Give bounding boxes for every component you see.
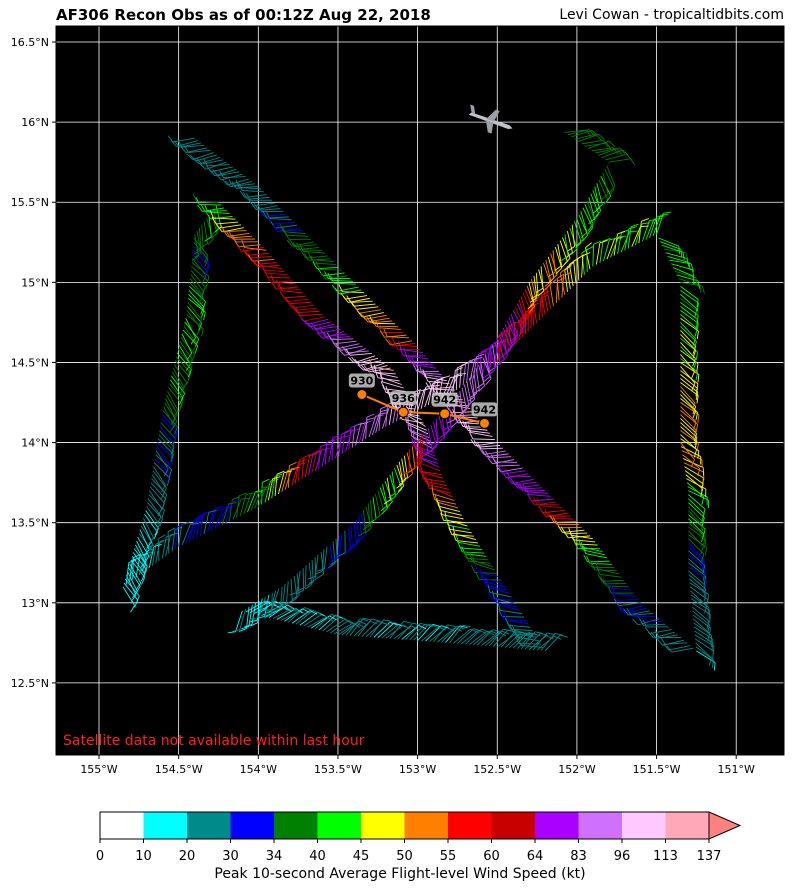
pressure-label: 942: [473, 403, 496, 416]
lon-tick-label: 151.5°W: [633, 763, 681, 776]
colorbar-tick-label: 60: [483, 849, 500, 864]
lon-tick-label: 155°W: [80, 763, 117, 776]
center-fix-marker: [356, 389, 368, 401]
lon-tick-label: 152°W: [558, 763, 595, 776]
colorbar-extend-arrow: [708, 811, 742, 840]
colorbar-tick-label: 55: [440, 849, 457, 864]
lon-tick-label: 151°W: [718, 763, 755, 776]
colorbar-tick-label: 50: [396, 849, 413, 864]
colorbar-bin: [274, 812, 318, 839]
wind-barb-feather: [241, 497, 250, 500]
lon-tick-label: 154.5°W: [155, 763, 203, 776]
colorbar-bin: [404, 812, 449, 839]
wind-barb-feather: [707, 594, 709, 603]
colorbar-bin: [665, 812, 710, 839]
pressure-label: 936: [392, 392, 415, 405]
wind-barb: [261, 482, 263, 505]
recon-map: 930 936 942 942 Satellite data not availabl…: [11, 25, 785, 864]
lon-labels: 155°W 154.5°W 154°W 153.5°W 153°W 152.5°W 152°…: [80, 755, 755, 776]
pressure-label: 930: [350, 375, 373, 388]
colorbar-tick-label: 34: [266, 849, 283, 864]
colorbar-bin: [143, 812, 188, 839]
colorbar-tick-label: 30: [222, 849, 239, 864]
colorbar-tick-label: 64: [527, 849, 544, 864]
wind-barb: [553, 521, 576, 523]
lat-tick-label: 13.5°N: [11, 517, 49, 530]
center-fix-marker: [479, 417, 491, 429]
lat-tick-label: 14.5°N: [11, 356, 49, 369]
colorbar-tick-label: 137: [697, 849, 722, 864]
colorbar-tick-label: 20: [179, 849, 196, 864]
lat-tick-label: 13°N: [21, 597, 49, 610]
lat-tick-label: 14°N: [21, 437, 49, 450]
lat-tick-label: 16°N: [21, 116, 49, 129]
pressure-label: 942: [433, 394, 456, 407]
colorbar-bin: [317, 812, 362, 839]
lon-tick-label: 153.5°W: [314, 763, 362, 776]
colorbar: 0 10 20 30 34 40 45 50 55 60 64 83 96 113 137: [96, 811, 742, 864]
wind-barb-feather: [702, 477, 704, 486]
lon-tick-label: 152.5°W: [473, 763, 521, 776]
map-background: [56, 26, 784, 755]
colorbar-bin: [448, 812, 492, 839]
satellite-notice: Satellite data not available within last…: [63, 733, 365, 749]
colorbar-tick-label: 10: [135, 849, 152, 864]
center-fix-marker: [397, 406, 409, 418]
colorbar-tick-label: 0: [96, 849, 104, 864]
lat-labels: 16.5°N 16°N 15.5°N 15°N 14.5°N 14°N 13.5°N 13°N…: [11, 36, 56, 690]
lon-tick-label: 153°W: [399, 763, 436, 776]
wind-barb: [472, 438, 495, 440]
wind-barb: [586, 249, 588, 272]
colorbar-bin: [535, 812, 579, 839]
colorbar-bin: [622, 812, 666, 839]
colorbar-bin: [187, 812, 231, 839]
colorbar-bin: [578, 812, 623, 839]
lat-tick-label: 12.5°N: [11, 677, 49, 690]
colorbar-tick-label: 45: [353, 849, 370, 864]
lat-tick-label: 16.5°N: [11, 36, 49, 49]
wind-barb: [199, 204, 222, 206]
colorbar-tick-label: 40: [309, 849, 326, 864]
colorbar-bin: [361, 812, 405, 839]
lon-tick-label: 154°W: [240, 763, 277, 776]
colorbar-tick-label: 113: [653, 849, 678, 864]
lat-tick-label: 15°N: [21, 276, 49, 289]
lat-tick-label: 15.5°N: [11, 196, 49, 209]
wind-barb-feather: [457, 373, 466, 375]
colorbar-tick-label: 83: [570, 849, 587, 864]
wind-barb-feather: [454, 374, 463, 377]
colorbar-bin: [100, 812, 144, 839]
colorbar-tick-label: 96: [614, 849, 631, 864]
colorbar-bin: [491, 812, 536, 839]
colorbar-title: Peak 10-second Average Flight-level Wind…: [214, 866, 586, 882]
wind-barb: [408, 361, 431, 363]
colorbar-bin: [230, 812, 275, 839]
wind-barb: [302, 568, 305, 591]
wind-barb-feather: [227, 505, 236, 507]
center-fix-marker: [439, 408, 451, 420]
wind-barb: [373, 322, 396, 325]
wind-barb-feather: [259, 488, 268, 491]
